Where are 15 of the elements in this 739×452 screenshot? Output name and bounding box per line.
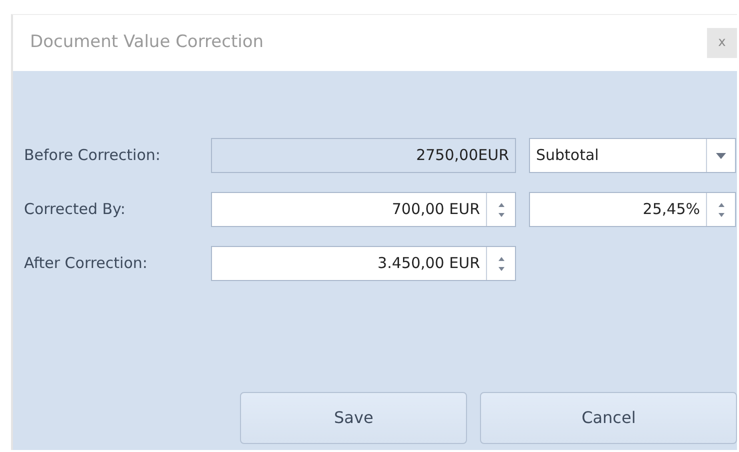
spin-field[interactable]: 25,45% [529, 192, 736, 227]
field-label: Corrected By: [24, 199, 126, 220]
spin-field[interactable]: 700,00 EUR [211, 192, 516, 227]
spin-field[interactable]: 3.450,00 EUR [211, 246, 516, 281]
spinner-arrows-icon[interactable] [716, 200, 726, 218]
dropdown-arrow-icon[interactable] [716, 152, 726, 158]
dropdown-field[interactable]: Subtotal [529, 138, 736, 173]
field-label: Before Correction: [24, 145, 162, 166]
save-button[interactable]: Save [240, 392, 468, 444]
spinner-arrows-icon[interactable] [496, 254, 506, 272]
window-title: Document Value Correction [30, 31, 264, 54]
spinner-arrows-icon[interactable] [496, 200, 506, 218]
readonly-field: 2750,00EUR [211, 138, 516, 173]
cancel-button[interactable]: Cancel [480, 392, 737, 444]
field-label: After Correction: [24, 253, 148, 274]
